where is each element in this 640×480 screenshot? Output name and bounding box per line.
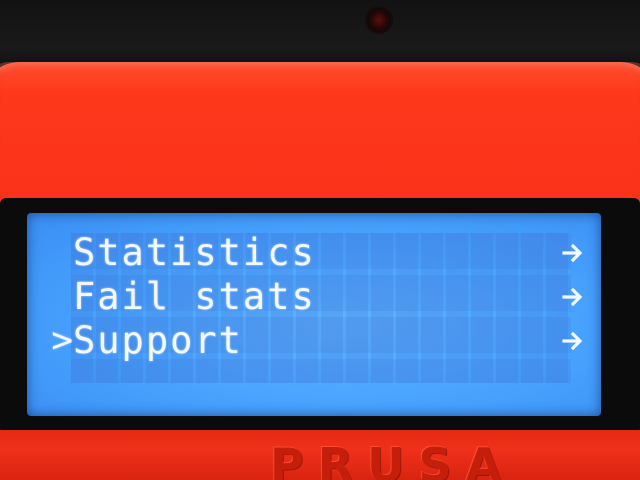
menu-item-label: Fail stats	[73, 275, 316, 318]
printer-lcd-photo: Statistics Fail stats > Support PRUSA	[0, 0, 640, 480]
arrow-right-icon	[559, 319, 587, 363]
menu-item-label: Statistics	[73, 231, 316, 274]
brand-emboss: PRUSA	[270, 438, 516, 480]
menu-item-statistics[interactable]: Statistics	[47, 231, 587, 275]
lcd-menu: Statistics Fail stats > Support	[47, 231, 587, 363]
menu-item-fail-stats[interactable]: Fail stats	[47, 275, 587, 319]
menu-item-label: Support	[73, 319, 243, 362]
chevron-right-icon: >	[51, 320, 73, 361]
reset-button-hole	[367, 8, 391, 32]
lcd-screen: Statistics Fail stats > Support	[27, 213, 601, 416]
menu-item-support[interactable]: > Support	[47, 319, 587, 363]
arrow-right-icon	[559, 231, 587, 275]
printer-frame	[0, 0, 640, 70]
arrow-right-icon	[559, 275, 587, 319]
